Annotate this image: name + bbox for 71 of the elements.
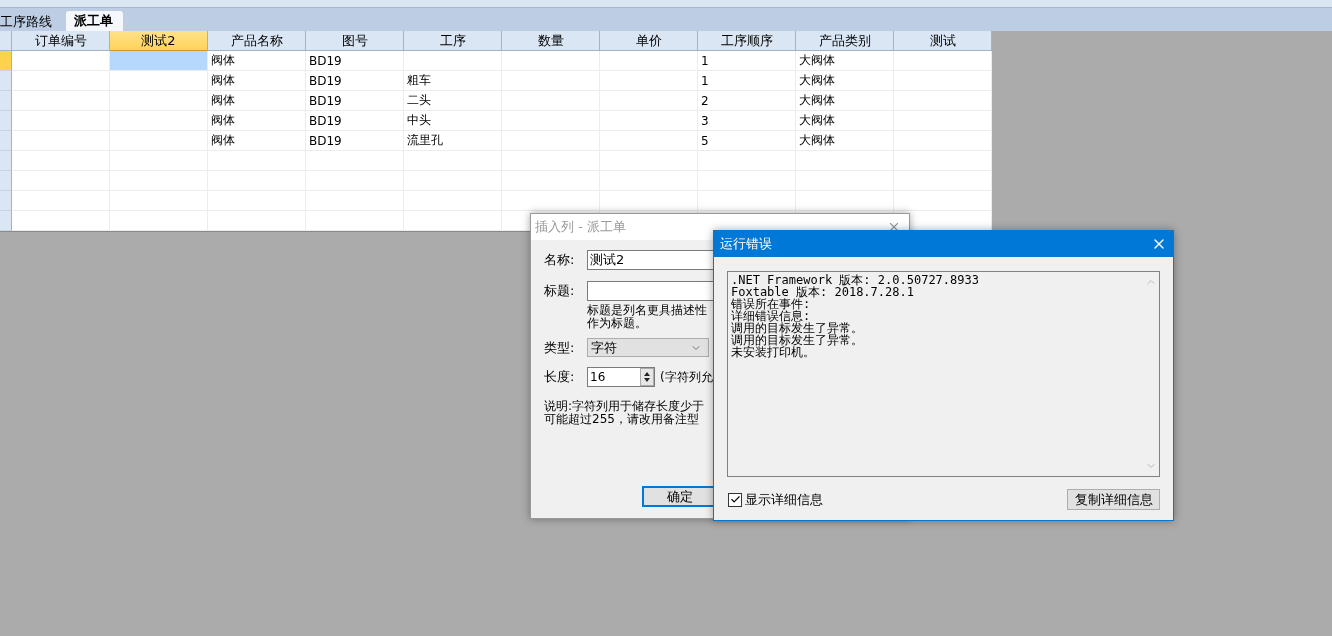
- table-cell: 阀体: [208, 71, 306, 91]
- row-header[interactable]: [0, 151, 12, 171]
- detail-line: 未安装打印机。: [731, 346, 815, 358]
- hint-text: 作为标题。: [587, 317, 647, 330]
- table-cell: 3: [698, 111, 796, 131]
- description-text: 说明:字符列用于储存长度少于: [544, 400, 705, 413]
- table-cell: BD19: [306, 131, 404, 151]
- table-cell: 大阀体: [796, 131, 894, 151]
- dialog-title: 运行错误: [720, 235, 772, 253]
- sheet-tab[interactable]: 派工单: [66, 11, 123, 31]
- detail-line: 错误所在事件:: [731, 298, 811, 310]
- table-cell: 大阀体: [796, 71, 894, 91]
- detail-line: 详细错误信息:: [731, 310, 811, 322]
- spinner-icon[interactable]: [640, 368, 654, 386]
- column-header[interactable]: 图号: [306, 31, 404, 51]
- table-cell: 大阀体: [796, 91, 894, 111]
- detail-line: 调用的目标发生了异常。: [731, 334, 864, 346]
- table-cell: 阀体: [208, 131, 306, 151]
- row-header[interactable]: [0, 91, 12, 111]
- error-details-field[interactable]: .NET Framework 版本: 2.0.50727.8933 Foxtable 版本: 2018.7.28.1 错误所在事件: 详细错误信息: 调用的目标发生了异常。 调用的目标发生了异常。 未安装打印机。: [727, 271, 1160, 477]
- row-header[interactable]: [0, 111, 12, 131]
- check-icon: [729, 494, 741, 505]
- table-cell: 大阀体: [796, 111, 894, 131]
- detail-line: Foxtable 版本: 2018.7.28.1: [731, 286, 915, 298]
- field-label: 标题:: [544, 282, 576, 300]
- show-details-checkbox[interactable]: 显示详细信息: [728, 490, 823, 509]
- table-cell: 1: [698, 71, 796, 91]
- row-header[interactable]: [0, 131, 12, 151]
- row-header[interactable]: [0, 51, 12, 71]
- table-cell: 阀体: [208, 51, 306, 71]
- table-cell: BD19: [306, 51, 404, 71]
- table-cell: BD19: [306, 111, 404, 131]
- column-header[interactable]: 工序顺序: [698, 31, 796, 51]
- grid-corner: [0, 31, 12, 51]
- row-header[interactable]: [0, 71, 12, 91]
- description-text: 可能超过255，请改用备注型: [544, 413, 699, 426]
- table-cell: BD19: [306, 91, 404, 111]
- copy-details-button[interactable]: 复制详细信息: [1067, 489, 1160, 510]
- field-label: 名称:: [544, 251, 576, 269]
- detail-line: .NET Framework 版本: 2.0.50727.8933: [731, 274, 980, 286]
- row-header[interactable]: [0, 191, 12, 211]
- sheet-tab[interactable]: 工序路线: [0, 12, 62, 31]
- type-dropdown[interactable]: 字符: [587, 338, 709, 357]
- column-header[interactable]: 产品类别: [796, 31, 894, 51]
- detail-line: 调用的目标发生了异常。: [731, 322, 864, 334]
- table-cell: 2: [698, 91, 796, 111]
- table-cell: 大阀体: [796, 51, 894, 71]
- table-cell: 中头: [404, 111, 502, 131]
- table-cell: 5: [698, 131, 796, 151]
- table-cell: 粗车: [404, 71, 502, 91]
- table-cell: 阀体: [208, 91, 306, 111]
- field-label: 长度:: [544, 368, 576, 386]
- table-cell: 1: [698, 51, 796, 71]
- column-header[interactable]: 数量: [502, 31, 600, 51]
- column-header[interactable]: 单价: [600, 31, 698, 51]
- table-cell: BD19: [306, 71, 404, 91]
- dialog-title: 插入列 - 派工单: [535, 218, 626, 236]
- column-header[interactable]: 产品名称: [208, 31, 306, 51]
- row-header[interactable]: [0, 171, 12, 191]
- column-header[interactable]: 订单编号: [12, 31, 110, 51]
- column-header[interactable]: 测试2: [110, 31, 208, 51]
- length-note: (字符列允: [660, 368, 713, 386]
- table-cell: 阀体: [208, 111, 306, 131]
- table-cell: 流里孔: [404, 131, 502, 151]
- field-label: 类型:: [544, 338, 576, 357]
- column-header[interactable]: 工序: [404, 31, 502, 51]
- column-header[interactable]: 测试: [894, 31, 992, 51]
- length-field[interactable]: 16: [587, 367, 655, 387]
- hint-text: 标题是列名更具描述性: [587, 304, 707, 317]
- row-header[interactable]: [0, 211, 12, 231]
- table-cell: 二头: [404, 91, 502, 111]
